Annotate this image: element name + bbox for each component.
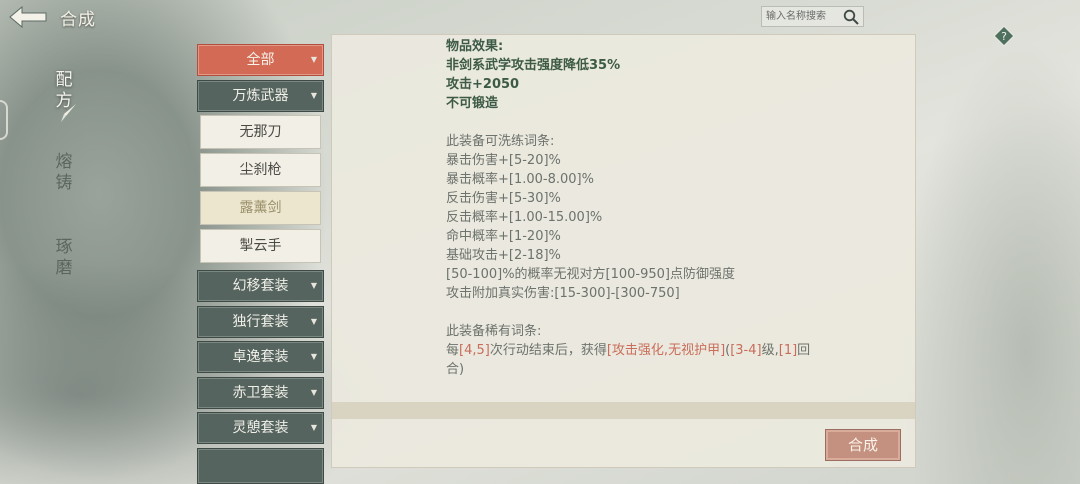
chevron-down-icon: ▼	[310, 281, 317, 290]
search-box[interactable]	[761, 6, 864, 27]
help-icon[interactable]: ?	[993, 25, 1015, 47]
search-input[interactable]	[766, 9, 842, 24]
rare-value: [1]	[778, 343, 798, 358]
category-label: 独行套装	[232, 314, 289, 330]
category-duxing[interactable]: 独行套装 ▼	[197, 306, 324, 338]
chevron-down-icon: ▼	[310, 317, 317, 326]
category-label: 灵憩套装	[232, 420, 289, 436]
chevron-down-icon: ▼	[310, 352, 317, 361]
reforge-line: 暴击伤害+[5-20]%	[446, 153, 561, 168]
reforge-line: [50-100]%的概率无视对方[100-950]点防御强度	[446, 267, 736, 282]
category-lingqi[interactable]: 灵憩套装 ▼	[197, 412, 324, 444]
category-wanlian[interactable]: 万炼武器 ▼	[197, 80, 324, 112]
item-wunadao[interactable]: 无那刀	[200, 115, 321, 149]
category-label: 赤卫套装	[232, 385, 289, 401]
rare-value: [4,5]	[459, 343, 490, 358]
reforge-line: 基础攻击+[2-18]%	[446, 248, 561, 263]
rare-text: 次行动结束后，获得	[489, 343, 607, 358]
panel-divider	[332, 402, 915, 419]
effect-line: 攻击+2050	[446, 77, 520, 92]
rare-value: [3-4]	[730, 343, 762, 358]
rare-text: 级,	[761, 343, 779, 358]
effect-line: 不可锻造	[446, 96, 499, 111]
brush-icon	[61, 104, 76, 122]
category-partial[interactable]	[197, 448, 324, 484]
item-cheyunshou[interactable]: 掣云手	[200, 229, 321, 263]
category-all-label: 全部	[246, 52, 275, 68]
reforge-title: 此装备可洗练词条:	[446, 134, 555, 149]
category-chiwei[interactable]: 赤卫套装 ▼	[197, 377, 324, 409]
category-all[interactable]: 全部 ▼	[197, 44, 324, 76]
tab-smelting-label: 熔铸	[55, 152, 73, 193]
category-label: 幻移套装	[232, 278, 289, 294]
category-label: 卓逸套装	[232, 349, 289, 365]
reforge-line: 攻击附加真实伤害:[15-300]-[300-750]	[446, 286, 680, 301]
chevron-down-icon: ▼	[310, 91, 317, 100]
category-wanlian-label: 万炼武器	[232, 88, 289, 104]
category-huanyi[interactable]: 幻移套装 ▼	[197, 270, 324, 302]
tab-smelting[interactable]: 熔铸	[50, 152, 78, 194]
tab-polishing[interactable]: 琢磨	[50, 237, 78, 279]
reforge-line: 反击伤害+[5-30]%	[446, 191, 561, 206]
item-label: 无那刀	[239, 124, 282, 140]
back-arrow-icon[interactable]	[8, 4, 48, 30]
side-drawer-handle[interactable]	[0, 100, 8, 140]
detail-scroll-area[interactable]: 物品效果: 非剑系武学攻击强度降低35% 攻击+2050 不可锻造 此装备可洗练…	[332, 35, 915, 402]
rare-line: 每[4,5]次行动结束后，获得[攻击强化,无视护甲]([3-4]级,[1]回	[446, 341, 810, 360]
rare-text: 回	[797, 343, 811, 358]
rare-line-continued: 合)	[446, 362, 465, 377]
category-zhuoyi[interactable]: 卓逸套装 ▼	[197, 341, 324, 373]
item-luxunjian-selected[interactable]: 露薰剑	[200, 191, 321, 225]
tab-polishing-label: 琢磨	[55, 237, 73, 278]
search-icon[interactable]	[843, 9, 859, 25]
item-detail-panel: 物品效果: 非剑系武学攻击强度降低35% 攻击+2050 不可锻造 此装备可洗练…	[331, 34, 916, 468]
chevron-down-icon: ▼	[310, 388, 317, 397]
svg-text:?: ?	[1001, 30, 1007, 43]
page-title: 合成	[60, 10, 96, 30]
item-chenshaqiang[interactable]: 尘刹枪	[200, 153, 321, 187]
effect-title: 物品效果:	[446, 39, 504, 54]
synthesize-button[interactable]: 合成	[825, 429, 901, 461]
effect-line: 非剑系武学攻击强度降低35%	[446, 58, 621, 73]
rare-title: 此装备稀有词条:	[446, 324, 542, 339]
top-bar: 合成 ?	[0, 0, 1080, 47]
rare-value: [攻击强化,无视护甲]	[606, 343, 726, 358]
item-label: 掣云手	[239, 238, 282, 254]
chevron-down-icon: ▼	[310, 423, 317, 432]
reforge-line: 反击概率+[1.00-15.00]%	[446, 210, 603, 225]
chevron-down-icon: ▼	[310, 55, 317, 64]
reforge-line: 命中概率+[1-20]%	[446, 229, 561, 244]
item-label: 露薰剑	[239, 200, 282, 216]
rare-text: 每	[446, 343, 460, 358]
background-mountain-right	[900, 40, 1080, 484]
reforge-line: 暴击概率+[1.00-8.00]%	[446, 172, 594, 187]
item-label: 尘刹枪	[239, 162, 282, 178]
